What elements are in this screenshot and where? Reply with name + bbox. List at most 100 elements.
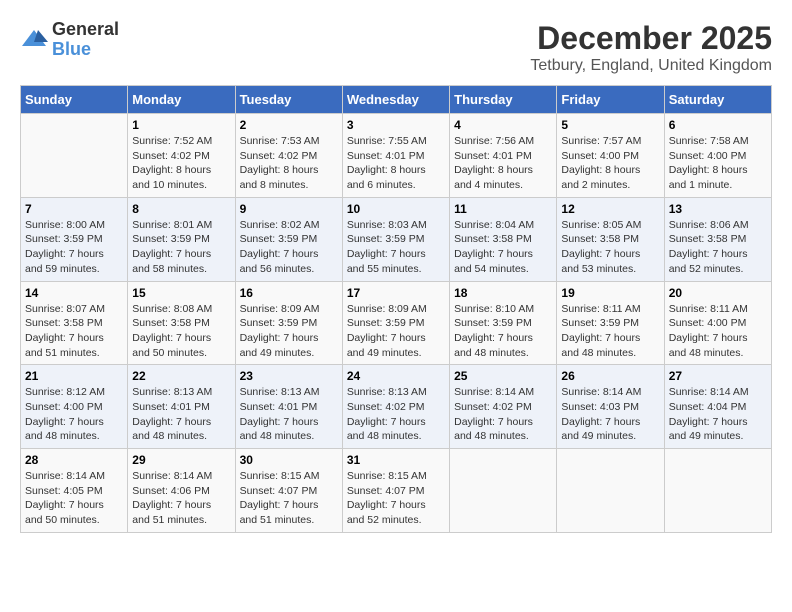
calendar-cell: 30 Sunrise: 8:15 AMSunset: 4:07 PMDayligh…	[235, 449, 342, 533]
day-info: Sunrise: 8:03 AMSunset: 3:59 PMDaylight:…	[347, 219, 427, 275]
day-number: 13	[669, 202, 767, 216]
calendar-cell	[450, 449, 557, 533]
day-number: 17	[347, 286, 445, 300]
calendar-cell: 24Sunrise: 8:13 AMSunset: 4:02 PMDayligh…	[342, 365, 449, 449]
day-info: Sunrise: 8:14 AMSunset: 4:02 PMDaylight:…	[454, 386, 534, 442]
day-number: 12	[561, 202, 659, 216]
day-info: Sunrise: 8:00 AMSunset: 3:59 PMDaylight:…	[25, 219, 105, 275]
day-info: Sunrise: 8:06 AMSunset: 3:58 PMDaylight:…	[669, 219, 749, 275]
header-monday: Monday	[128, 86, 235, 114]
day-info: Sunrise: 8:02 AMSunset: 3:59 PMDaylight:…	[240, 219, 320, 275]
day-info: Sunrise: 8:07 AMSunset: 3:58 PMDaylight:…	[25, 303, 105, 359]
calendar-cell: 27 Sunrise: 8:14 AMSunset: 4:04 PMDayligh…	[664, 365, 771, 449]
day-info: Sunrise: 7:53 AMSunset: 4:02 PMDaylight:…	[240, 135, 320, 191]
calendar-cell: 1Sunrise: 7:52 AMSunset: 4:02 PMDaylight…	[128, 114, 235, 198]
subtitle: Tetbury, England, United Kingdom	[530, 57, 772, 75]
day-number: 9	[240, 202, 338, 216]
calendar-cell: 26Sunrise: 8:14 AMSunset: 4:03 PMDayligh…	[557, 365, 664, 449]
day-info: Sunrise: 8:08 AMSunset: 3:58 PMDaylight:…	[132, 303, 212, 359]
calendar-cell: 5 Sunrise: 7:57 AMSunset: 4:00 PMDaylight…	[557, 114, 664, 198]
calendar-cell: 15 Sunrise: 8:08 AMSunset: 3:58 PMDayligh…	[128, 281, 235, 365]
header-wednesday: Wednesday	[342, 86, 449, 114]
day-number: 30	[240, 453, 338, 467]
day-number: 27	[669, 369, 767, 383]
day-number: 10	[347, 202, 445, 216]
day-number: 26	[561, 369, 659, 383]
calendar-cell	[21, 114, 128, 198]
day-number: 4	[454, 118, 552, 132]
day-info: Sunrise: 8:09 AMSunset: 3:59 PMDaylight:…	[347, 303, 427, 359]
title-area: December 2025 Tetbury, England, United K…	[530, 20, 772, 75]
calendar-cell: 29 Sunrise: 8:14 AMSunset: 4:06 PMDayligh…	[128, 449, 235, 533]
calendar-cell: 6Sunrise: 7:58 AMSunset: 4:00 PMDaylight…	[664, 114, 771, 198]
header-tuesday: Tuesday	[235, 86, 342, 114]
day-number: 18	[454, 286, 552, 300]
calendar-cell: 28Sunrise: 8:14 AMSunset: 4:05 PMDayligh…	[21, 449, 128, 533]
day-info: Sunrise: 8:14 AMSunset: 4:04 PMDaylight:…	[669, 386, 749, 442]
day-number: 23	[240, 369, 338, 383]
day-info: Sunrise: 8:10 AMSunset: 3:59 PMDaylight:…	[454, 303, 534, 359]
day-info: Sunrise: 8:15 AMSunset: 4:07 PMDaylight:…	[240, 470, 320, 526]
day-info: Sunrise: 8:14 AMSunset: 4:05 PMDaylight:…	[25, 470, 105, 526]
calendar-cell: 11Sunrise: 8:04 AMSunset: 3:58 PMDayligh…	[450, 197, 557, 281]
day-number: 8	[132, 202, 230, 216]
header-saturday: Saturday	[664, 86, 771, 114]
logo-general: General	[52, 20, 119, 40]
week-row-5: 28Sunrise: 8:14 AMSunset: 4:05 PMDayligh…	[21, 449, 772, 533]
calendar-cell: 17 Sunrise: 8:09 AMSunset: 3:59 PMDayligh…	[342, 281, 449, 365]
day-number: 7	[25, 202, 123, 216]
day-info: Sunrise: 7:56 AMSunset: 4:01 PMDaylight:…	[454, 135, 534, 191]
day-info: Sunrise: 8:13 AMSunset: 4:01 PMDaylight:…	[240, 386, 320, 442]
day-number: 24	[347, 369, 445, 383]
calendar-cell: 25Sunrise: 8:14 AMSunset: 4:02 PMDayligh…	[450, 365, 557, 449]
day-number: 21	[25, 369, 123, 383]
week-row-2: 7 Sunrise: 8:00 AMSunset: 3:59 PMDaylight…	[21, 197, 772, 281]
day-info: Sunrise: 8:14 AMSunset: 4:06 PMDaylight:…	[132, 470, 212, 526]
calendar-header-row: SundayMondayTuesdayWednesdayThursdayFrid…	[21, 86, 772, 114]
calendar-cell: 20 Sunrise: 8:11 AMSunset: 4:00 PMDayligh…	[664, 281, 771, 365]
day-info: Sunrise: 8:12 AMSunset: 4:00 PMDaylight:…	[25, 386, 105, 442]
calendar-cell: 31 Sunrise: 8:15 AMSunset: 4:07 PMDayligh…	[342, 449, 449, 533]
calendar-cell: 2 Sunrise: 7:53 AMSunset: 4:02 PMDaylight…	[235, 114, 342, 198]
day-info: Sunrise: 8:05 AMSunset: 3:58 PMDaylight:…	[561, 219, 641, 275]
day-info: Sunrise: 8:11 AMSunset: 4:00 PMDaylight:…	[669, 303, 748, 359]
day-info: Sunrise: 8:15 AMSunset: 4:07 PMDaylight:…	[347, 470, 427, 526]
calendar-cell: 4 Sunrise: 7:56 AMSunset: 4:01 PMDaylight…	[450, 114, 557, 198]
header-friday: Friday	[557, 86, 664, 114]
day-number: 31	[347, 453, 445, 467]
day-number: 3	[347, 118, 445, 132]
calendar-cell: 21 Sunrise: 8:12 AMSunset: 4:00 PMDayligh…	[21, 365, 128, 449]
calendar-table: SundayMondayTuesdayWednesdayThursdayFrid…	[20, 85, 772, 533]
calendar-cell: 22 Sunrise: 8:13 AMSunset: 4:01 PMDayligh…	[128, 365, 235, 449]
day-info: Sunrise: 8:01 AMSunset: 3:59 PMDaylight:…	[132, 219, 212, 275]
day-info: Sunrise: 8:13 AMSunset: 4:01 PMDaylight:…	[132, 386, 212, 442]
day-number: 2	[240, 118, 338, 132]
calendar-cell: 7 Sunrise: 8:00 AMSunset: 3:59 PMDaylight…	[21, 197, 128, 281]
calendar-cell: 3Sunrise: 7:55 AMSunset: 4:01 PMDaylight…	[342, 114, 449, 198]
calendar-cell: 9 Sunrise: 8:02 AMSunset: 3:59 PMDaylight…	[235, 197, 342, 281]
day-info: Sunrise: 8:09 AMSunset: 3:59 PMDaylight:…	[240, 303, 320, 359]
calendar-cell	[664, 449, 771, 533]
calendar-cell: 13 Sunrise: 8:06 AMSunset: 3:58 PMDayligh…	[664, 197, 771, 281]
calendar-cell: 18 Sunrise: 8:10 AMSunset: 3:59 PMDayligh…	[450, 281, 557, 365]
day-number: 29	[132, 453, 230, 467]
calendar-cell: 14 Sunrise: 8:07 AMSunset: 3:58 PMDayligh…	[21, 281, 128, 365]
week-row-3: 14 Sunrise: 8:07 AMSunset: 3:58 PMDayligh…	[21, 281, 772, 365]
page-header: General Blue December 2025 Tetbury, Engl…	[20, 20, 772, 75]
calendar-cell: 12 Sunrise: 8:05 AMSunset: 3:58 PMDayligh…	[557, 197, 664, 281]
day-number: 1	[132, 118, 230, 132]
calendar-cell: 23 Sunrise: 8:13 AMSunset: 4:01 PMDayligh…	[235, 365, 342, 449]
day-info: Sunrise: 7:57 AMSunset: 4:00 PMDaylight:…	[561, 135, 641, 191]
day-number: 15	[132, 286, 230, 300]
main-title: December 2025	[530, 20, 772, 57]
day-number: 20	[669, 286, 767, 300]
day-number: 5	[561, 118, 659, 132]
logo: General Blue	[20, 20, 119, 60]
day-number: 14	[25, 286, 123, 300]
logo-icon	[20, 26, 48, 54]
day-info: Sunrise: 8:04 AMSunset: 3:58 PMDaylight:…	[454, 219, 534, 275]
day-number: 22	[132, 369, 230, 383]
week-row-1: 1Sunrise: 7:52 AMSunset: 4:02 PMDaylight…	[21, 114, 772, 198]
day-number: 16	[240, 286, 338, 300]
day-info: Sunrise: 7:58 AMSunset: 4:00 PMDaylight:…	[669, 135, 749, 191]
